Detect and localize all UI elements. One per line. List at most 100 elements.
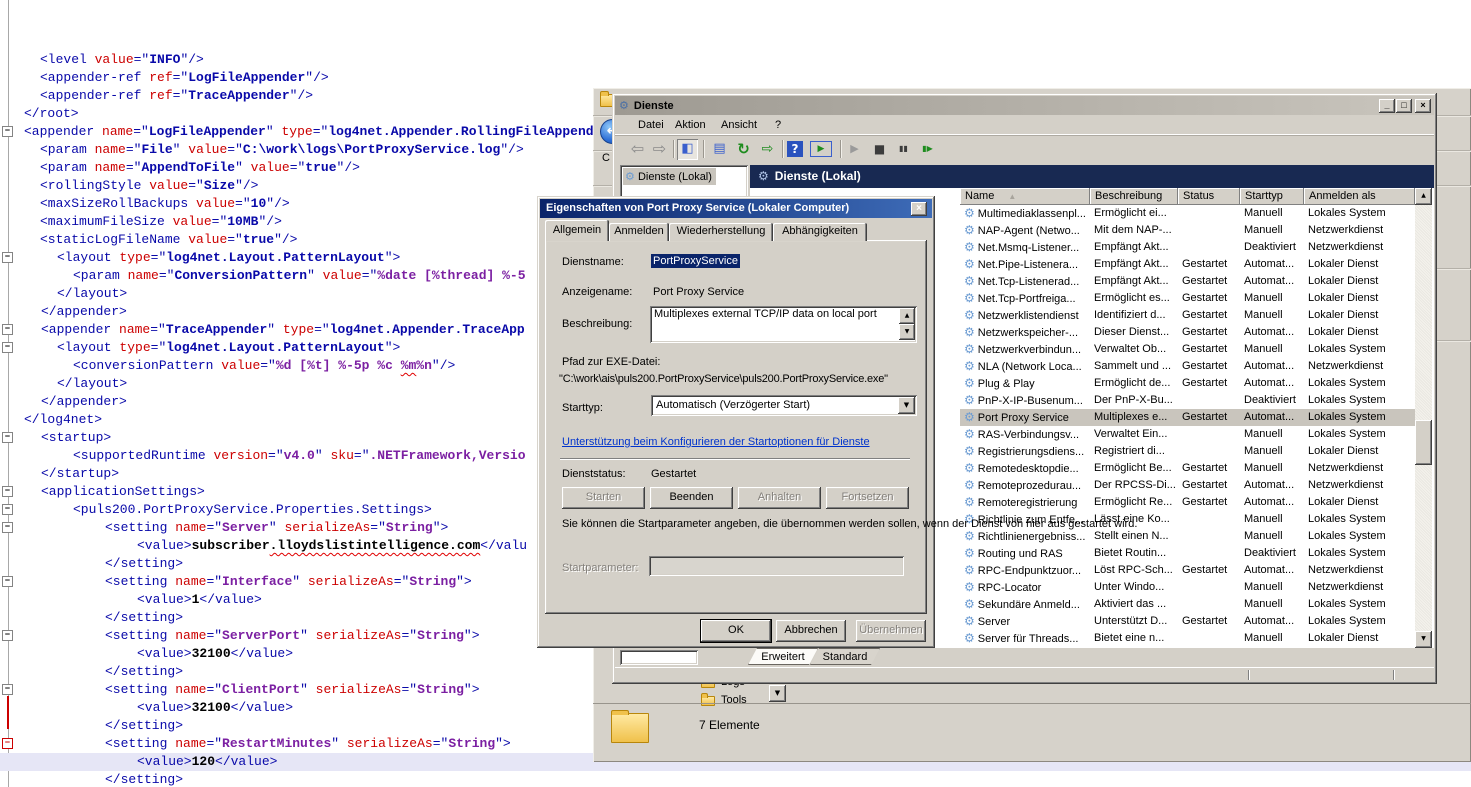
- code-line-text: <value>subscriber.lloydslistintelligence…: [0, 537, 527, 555]
- restart-service-icon[interactable]: ▮▶: [917, 139, 938, 160]
- view-tab-standard[interactable]: Standard: [810, 648, 880, 665]
- tab-wiederherstellung[interactable]: Wiederherstellung: [669, 223, 773, 241]
- service-row[interactable]: ⚙Remotedesktopdie...Ermöglicht Be...Gest…: [960, 460, 1415, 477]
- service-row[interactable]: ⚙ServerUnterstützt D...GestartetAutomat.…: [960, 613, 1415, 630]
- fold-toggle-icon[interactable]: −: [2, 738, 13, 749]
- scrollbar-thumb[interactable]: [1415, 420, 1432, 465]
- service-row[interactable]: ⚙Routing und RASBietet Routin...Deaktivi…: [960, 545, 1415, 562]
- code-line-text: </root>: [0, 105, 79, 123]
- show-console-tree-icon[interactable]: ◧: [677, 139, 698, 160]
- scroll-up-icon[interactable]: ▲: [899, 308, 915, 324]
- service-row[interactable]: ⚙PnP-X-IP-Busenum...Der PnP-X-Bu...Deakt…: [960, 392, 1415, 409]
- service-row[interactable]: ⚙Registrierungsdiens...Registriert di...…: [960, 443, 1415, 460]
- forward-icon[interactable]: ⇨: [649, 139, 670, 160]
- menu-help[interactable]: ?: [775, 115, 781, 135]
- service-row[interactable]: ⚙Multimediaklassenpl...Ermöglicht ei...M…: [960, 205, 1415, 222]
- close-icon[interactable]: ×: [1415, 99, 1431, 113]
- service-row[interactable]: ⚙RPC-Endpunktzuor...Löst RPC-Sch...Gesta…: [960, 562, 1415, 579]
- help-icon[interactable]: ?: [787, 141, 803, 157]
- fold-toggle-icon[interactable]: −: [2, 432, 13, 443]
- item-count-status: 7 Elemente: [699, 718, 760, 732]
- fold-toggle-icon[interactable]: −: [2, 252, 13, 263]
- tab-abhängigkeiten[interactable]: Abhängigkeiten: [773, 223, 867, 241]
- service-row[interactable]: ⚙NAP-Agent (Netwo...Mit dem NAP-...Manue…: [960, 222, 1415, 239]
- fold-toggle-icon[interactable]: −: [2, 126, 13, 137]
- column-header-beschreibung[interactable]: Beschreibung: [1090, 188, 1178, 205]
- fold-toggle-icon[interactable]: −: [2, 504, 13, 515]
- vertical-scrollbar[interactable]: ▲ ▼: [1415, 188, 1432, 648]
- service-row[interactable]: ⚙NLA (Network Loca...Sammelt und ...Gest…: [960, 358, 1415, 375]
- results-pane-title: Dienste (Lokal): [775, 169, 861, 183]
- code-line-text: <applicationSettings>: [0, 483, 205, 501]
- fold-toggle-icon[interactable]: −: [2, 576, 13, 587]
- menu-ansicht[interactable]: Ansicht: [721, 115, 757, 135]
- menu-aktion[interactable]: Aktion: [675, 115, 706, 135]
- tab-anmelden[interactable]: Anmelden: [609, 223, 669, 241]
- beenden-button[interactable]: Beenden: [650, 487, 733, 509]
- fold-toggle-icon[interactable]: −: [2, 486, 13, 497]
- service-row[interactable]: ⚙Port Proxy ServiceMultiplexes e...Gesta…: [960, 409, 1415, 426]
- fold-toggle-icon[interactable]: −: [2, 342, 13, 353]
- service-row[interactable]: ⚙Server für Threads...Bietet eine n...Ma…: [960, 630, 1415, 647]
- fold-toggle-icon[interactable]: −: [2, 522, 13, 533]
- window-titlebar[interactable]: ⚙Dienste _□×: [615, 96, 1434, 115]
- fold-toggle-icon[interactable]: −: [2, 684, 13, 695]
- tab-allgemein[interactable]: Allgemein: [545, 220, 609, 241]
- code-line-text: <setting name="Interface" serializeAs="S…: [0, 573, 472, 591]
- service-row[interactable]: ⚙Net.Tcp-Portfreiga...Ermöglicht es...Ge…: [960, 290, 1415, 307]
- dienstname-value[interactable]: PortProxyService: [651, 255, 740, 267]
- export-list-icon[interactable]: ⇨: [757, 139, 778, 160]
- dialog-titlebar[interactable]: Eigenschaften von Port Proxy Service (Lo…: [540, 199, 932, 218]
- service-row[interactable]: ⚙Plug & PlayErmöglicht de...GestartetAut…: [960, 375, 1415, 392]
- column-header-name[interactable]: Name▲: [960, 188, 1090, 205]
- scroll-down-icon[interactable]: ▼: [899, 324, 915, 340]
- folder-item[interactable]: Tools: [721, 694, 747, 706]
- service-row[interactable]: ⚙RAS-Verbindungsv...Verwaltet Ein...Manu…: [960, 426, 1415, 443]
- tree-item-dienste-lokal[interactable]: ⚙ Dienste (Lokal): [623, 168, 716, 185]
- abbrechen-button[interactable]: Abbrechen: [776, 620, 846, 642]
- start-service-icon[interactable]: ▶: [844, 139, 865, 160]
- scroll-down-icon[interactable]: ▼: [1415, 631, 1432, 648]
- properties-icon[interactable]: ▤: [709, 139, 730, 160]
- dropdown-icon[interactable]: ▼: [769, 685, 786, 702]
- fold-toggle-icon[interactable]: −: [2, 630, 13, 641]
- fold-toggle-icon[interactable]: −: [2, 324, 13, 335]
- service-row[interactable]: ⚙Net.Tcp-Listenerad...Empfängt Akt...Ges…: [960, 273, 1415, 290]
- extended-view-icon[interactable]: ▶: [810, 141, 832, 157]
- service-row[interactable]: ⚙Richtlinienergebniss...Stellt einen N..…: [960, 528, 1415, 545]
- stop-service-icon[interactable]: ■: [869, 139, 890, 160]
- back-icon[interactable]: ⇦: [627, 139, 648, 160]
- service-row[interactable]: ⚙RemoteregistrierungErmöglicht Re...Gest…: [960, 494, 1415, 511]
- column-header-status[interactable]: Status: [1178, 188, 1240, 205]
- column-header-starttyp[interactable]: Starttyp: [1240, 188, 1304, 205]
- dialog-title: Eigenschaften von Port Proxy Service (Lo…: [546, 202, 849, 214]
- pause-service-icon[interactable]: ▮▮: [893, 139, 914, 160]
- service-row[interactable]: ⚙Net.Msmq-Listener...Empfängt Akt...Deak…: [960, 239, 1415, 256]
- startparameter-input[interactable]: [649, 556, 904, 576]
- chevron-down-icon[interactable]: ▼: [898, 397, 915, 414]
- service-row[interactable]: ⚙Netzwerkspeicher-...Dieser Dienst...Ges…: [960, 324, 1415, 341]
- service-row[interactable]: ⚙RPC-LocatorUnter Windo...ManuellNetzwer…: [960, 579, 1415, 596]
- menu-datei[interactable]: Datei: [638, 115, 664, 135]
- service-row[interactable]: ⚙Netzwerkverbindun...Verwaltet Ob...Gest…: [960, 341, 1415, 358]
- service-row[interactable]: ⚙Remoteprozedurau...Der RPCSS-Di...Gesta…: [960, 477, 1415, 494]
- startoptions-help-link[interactable]: Unterstützung beim Konfigurieren der Sta…: [562, 436, 870, 448]
- maximize-icon[interactable]: □: [1396, 99, 1412, 113]
- code-line-text: </layout>: [0, 375, 127, 393]
- ok-button[interactable]: OK: [701, 620, 771, 642]
- minimize-icon[interactable]: _: [1379, 99, 1395, 113]
- scroll-up-icon[interactable]: ▲: [1415, 188, 1432, 205]
- service-row[interactable]: ⚙Net.Pipe-Listenera...Empfängt Akt...Ges…: [960, 256, 1415, 273]
- refresh-icon[interactable]: ↻: [733, 139, 754, 160]
- code-line-text: </setting>: [0, 663, 183, 681]
- dienststatus-value: Gestartet: [651, 468, 696, 480]
- service-row[interactable]: ⚙Sekundäre Anmeld...Aktiviert das ...Man…: [960, 596, 1415, 613]
- column-header-anmelden-als[interactable]: Anmelden als: [1304, 188, 1415, 205]
- view-tab-erweitert[interactable]: Erweitert: [748, 648, 818, 665]
- service-row[interactable]: ⚙NetzwerklistendienstIdentifiziert d...G…: [960, 307, 1415, 324]
- close-icon[interactable]: ×: [911, 202, 927, 216]
- code-line-text: <appender-ref ref="TraceAppender"/>: [0, 87, 313, 105]
- beschreibung-textbox[interactable]: Multiplexes external TCP/IP data on loca…: [650, 306, 917, 343]
- code-line-text: <param name="ConversionPattern" value="%…: [0, 267, 526, 285]
- starttyp-combobox[interactable]: Automatisch (Verzögerter Start) ▼: [651, 395, 917, 416]
